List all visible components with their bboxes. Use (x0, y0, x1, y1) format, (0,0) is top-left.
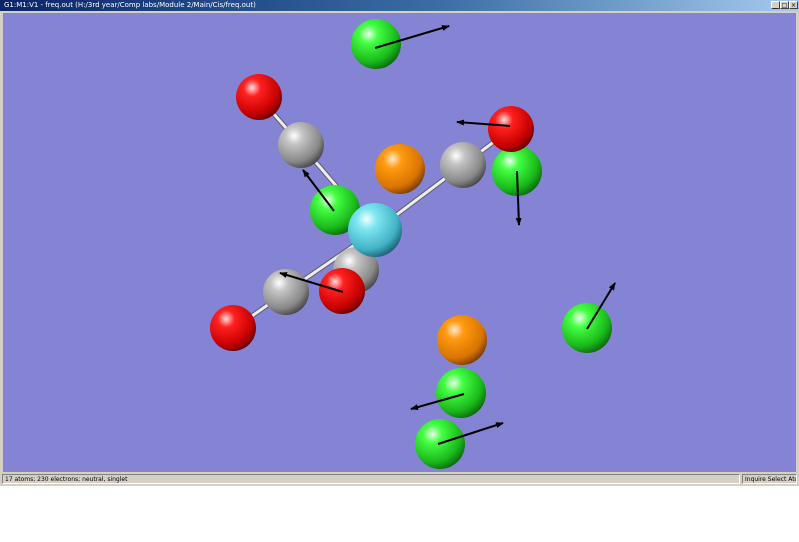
atom-carbon-top[interactable] (278, 122, 324, 168)
atom-oxygen-top-left[interactable] (236, 74, 282, 120)
title-bar[interactable]: G1:M1:V1 - freq.out (H:/3rd year/Comp la… (0, 0, 799, 11)
atom-oxygen-left[interactable] (210, 305, 256, 351)
minimize-button[interactable]: _ (771, 1, 780, 9)
status-bar: 17 atoms; 230 electrons; neutral, single… (0, 473, 799, 486)
status-mode: Inquire Select Atom 1 (742, 474, 797, 484)
window-title: G1:M1:V1 - freq.out (H:/3rd year/Comp la… (4, 1, 256, 9)
atom-phosphorus-upper[interactable] (375, 144, 425, 194)
atom-carbon-left[interactable] (263, 269, 309, 315)
close-button[interactable]: × (789, 1, 798, 9)
atom-chlorine-top[interactable] (351, 19, 401, 69)
molecule-viewport[interactable] (3, 13, 796, 472)
application-window: G1:M1:V1 - freq.out (H:/3rd year/Comp la… (0, 0, 799, 486)
atom-chlorine-lower[interactable] (436, 368, 486, 418)
atom-phosphorus-lower[interactable] (437, 315, 487, 365)
status-molecule-info: 17 atoms; 230 electrons; neutral, single… (2, 474, 740, 484)
atom-metal-center[interactable] (348, 203, 402, 257)
maximize-button[interactable]: □ (780, 1, 789, 9)
atom-oxygen-upper-right[interactable] (488, 106, 534, 152)
atom-carbon-right[interactable] (440, 142, 486, 188)
